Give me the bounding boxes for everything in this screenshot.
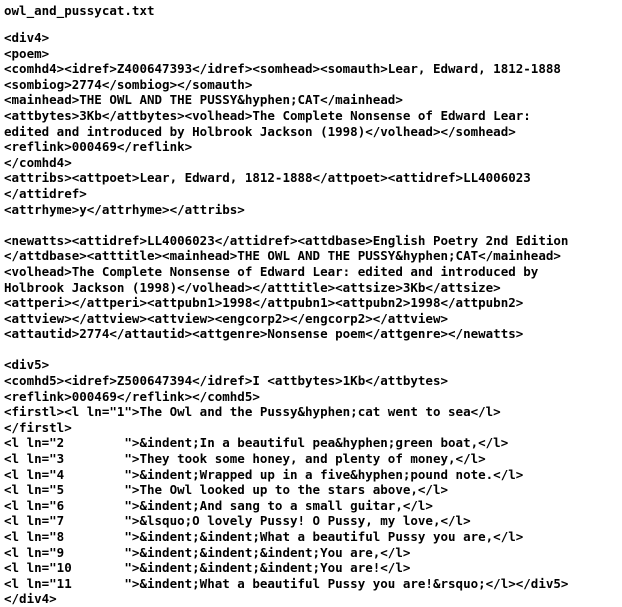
code-line: <mainhead>THE OWL AND THE PUSSY&hyphen;C…	[4, 92, 403, 108]
code-line: <l ln="7 ">&lsquo;O lovely Pussy! O Puss…	[4, 513, 471, 529]
code-line: <sombiog>2774</sombiog></somauth>	[4, 76, 253, 92]
code-line: </div4>	[4, 591, 57, 607]
code-line: </firstl>	[4, 419, 72, 435]
code-line: <comhd5><idref>Z500647394</idref>I <attb…	[4, 373, 449, 389]
text-file-viewer: owl_and_pussycat.txt <div4> <poem> <comhd4…	[0, 0, 622, 606]
code-line: <l ln="10 ">&indent;&indent;&indent;You …	[4, 560, 411, 576]
code-line: </attidref>	[4, 185, 87, 201]
code-line: <poem>	[4, 45, 50, 61]
code-line: </attdbase><atttitle><mainhead>THE OWL A…	[4, 248, 561, 264]
code-line: <l ln="6 ">&indent;And sang to a small g…	[4, 497, 433, 513]
code-line: <l ln="3 ">They took some honey, and ple…	[4, 451, 486, 467]
code-line: <newatts><attidref>LL4006023</attidref><…	[4, 232, 569, 248]
code-line: Holbrook Jackson (1998)</volhead></attti…	[4, 279, 501, 295]
code-line: <div4>	[4, 30, 50, 45]
code-line: <attbytes>3Kb</attbytes><volhead>The Com…	[4, 107, 531, 123]
code-line: <l ln="4 ">&indent;Wrapped up in a five&…	[4, 466, 524, 482]
code-line: <reflink>000469</reflink></comhd5>	[4, 388, 260, 404]
code-line: <attview></attview><attview><engcorp2></…	[4, 310, 449, 326]
file-name-label: owl_and_pussycat.txt	[4, 3, 155, 18]
code-line: <attrhyme>y</attrhyme></attribs>	[4, 201, 245, 217]
code-line: <l ln="5 ">The Owl looked up to the star…	[4, 482, 449, 498]
code-line: <l ln="8 ">&indent;&indent;What a beauti…	[4, 529, 524, 544]
code-line: <comhd4><idref>Z400647393</idref><somhea…	[4, 61, 561, 77]
code-line: <firstl><l ln="1">The Owl and the Pussy&…	[4, 404, 501, 420]
code-line: <volhead>The Complete Nonsense of Edward…	[4, 263, 539, 279]
code-line: <l ln="9 ">&indent;&indent;&indent;You a…	[4, 544, 411, 560]
code-line: <attperi></attperi><attpubn1>1998</attpu…	[4, 295, 524, 311]
code-line: <reflink>000469</reflink>	[4, 139, 193, 155]
code-line: edited and introduced by Holbrook Jackso…	[4, 123, 516, 139]
file-content-text: <div4> <poem> <comhd4><idref>Z400647393</i…	[4, 30, 622, 607]
code-line: <div5>	[4, 357, 50, 373]
code-line: <attribs><attpoet>Lear, Edward, 1812-188…	[4, 170, 531, 186]
code-line: </comhd4>	[4, 154, 72, 170]
code-line: <attautid>2774</attautid><attgenre>Nonse…	[4, 326, 524, 342]
code-line: <l ln="11 ">&indent;What a beautiful Pus…	[4, 575, 569, 591]
code-line: <l ln="2 ">&indent;In a beautiful pea&hy…	[4, 435, 509, 451]
